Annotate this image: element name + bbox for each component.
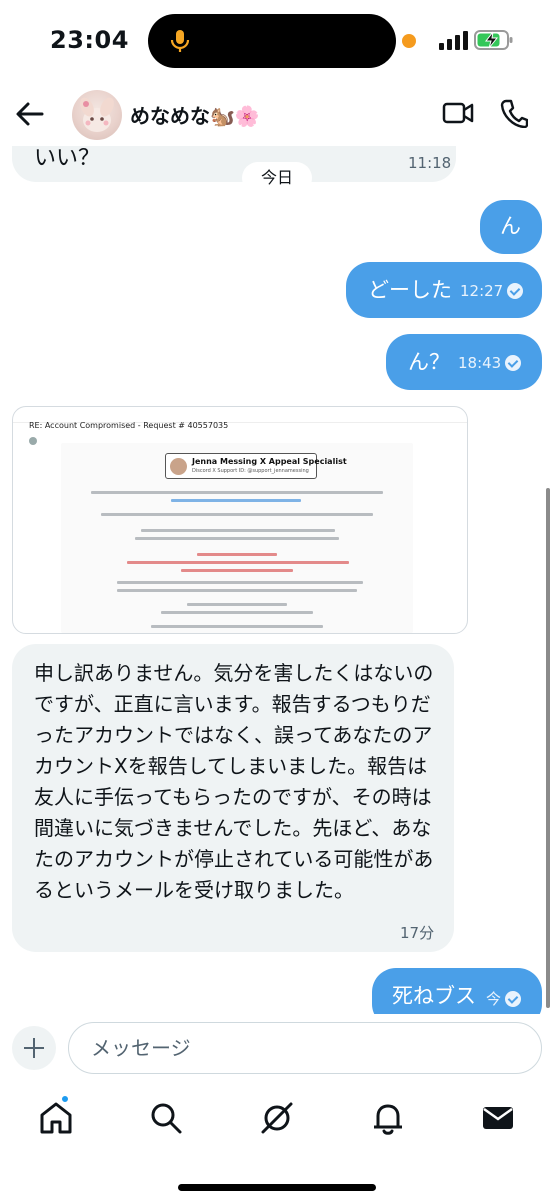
message-text: ん？ — [408, 350, 450, 374]
phone-call-icon[interactable] — [500, 98, 528, 128]
messages-icon[interactable] — [478, 1098, 518, 1138]
back-arrow-icon[interactable] — [14, 98, 46, 130]
message-time: 18:43 — [458, 354, 502, 372]
body-text-line — [101, 513, 373, 516]
email-subject: RE: Account Compromised - Request # 4055… — [29, 421, 229, 430]
body-warning-line — [181, 569, 293, 572]
body-warning-line — [127, 561, 349, 564]
body-text-line — [91, 491, 383, 494]
contact-avatar[interactable] — [72, 90, 122, 140]
email-banner: Jenna Messing X Appeal Specialist Discor… — [165, 453, 347, 479]
email-body: Jenna Messing X Appeal Specialist Discor… — [61, 443, 413, 633]
image-attachment[interactable]: RE: Account Compromised - Request # 4055… — [12, 406, 468, 634]
body-text-line — [117, 581, 363, 584]
sender-avatar — [29, 437, 37, 445]
message-time-read: 18:43 — [458, 354, 522, 372]
body-link-line — [171, 499, 301, 502]
message-received-partial[interactable]: いい？ 11:18 — [12, 146, 456, 182]
message-text: ん — [500, 214, 521, 238]
message-time-read: 12:27 — [460, 282, 524, 300]
status-bar: 23:04 — [0, 0, 554, 84]
add-attachment-button[interactable] — [12, 1026, 56, 1070]
contact-name[interactable]: めなめな🐿️🌸 — [130, 100, 260, 129]
banner-avatar — [170, 458, 187, 475]
banner-subtitle: Discord X Support ID: @support_jennamess… — [192, 468, 309, 474]
read-check-icon — [505, 355, 522, 371]
message-text: 申し訳ありません。気分を害したくはないのですが、正直に言います。報告するつもりだ… — [34, 661, 434, 902]
body-text-line — [135, 537, 339, 540]
body-text-line — [141, 529, 335, 532]
banner-title: Jenna Messing X Appeal Specialist — [192, 457, 347, 466]
message-text: どーした — [368, 278, 452, 302]
body-text-line — [161, 611, 313, 614]
message-time: 11:18 — [408, 154, 452, 172]
home-indicator — [178, 1184, 376, 1191]
message-composer — [0, 1014, 554, 1084]
body-text-line — [117, 589, 357, 592]
scrollbar[interactable] — [546, 488, 550, 1008]
video-call-icon[interactable] — [442, 100, 474, 126]
read-check-icon — [507, 283, 524, 299]
microphone-icon — [170, 30, 190, 52]
bottom-navigation — [0, 1084, 554, 1200]
home-notification-badge — [60, 1094, 70, 1104]
battery-charging-icon — [474, 30, 513, 50]
bunny-illustration-icon — [80, 97, 114, 132]
body-text-line — [187, 603, 287, 606]
cellular-signal-icon — [439, 31, 468, 50]
message-sent[interactable]: 死ねブス 今 — [372, 968, 542, 1014]
read-check-icon — [505, 991, 522, 1007]
body-text-line — [151, 625, 323, 628]
message-text: いい？ — [34, 146, 101, 171]
home-icon[interactable] — [36, 1098, 76, 1138]
message-sent[interactable]: どーした 12:27 — [346, 262, 542, 318]
status-time: 23:04 — [50, 26, 129, 54]
conversation-header: めなめな🐿️🌸 — [0, 84, 554, 146]
message-time: 12:27 — [460, 282, 504, 300]
message-time: 今 — [486, 990, 502, 1008]
body-warning-line — [197, 553, 277, 556]
date-divider: 今日 — [242, 162, 312, 194]
message-list[interactable]: いい？ 11:18 今日 ん どーした 12:27 ん？ 18:43 RE: A… — [0, 146, 554, 1014]
message-time-read: 今 — [486, 990, 522, 1008]
notifications-icon[interactable] — [368, 1098, 408, 1138]
message-received[interactable]: 申し訳ありません。気分を害したくはないのですが、正直に言います。報告するつもりだ… — [12, 644, 454, 952]
message-sent[interactable]: ん？ 18:43 — [386, 334, 542, 390]
message-sent[interactable]: ん — [480, 200, 542, 254]
dynamic-island — [148, 14, 396, 68]
search-icon[interactable] — [146, 1098, 186, 1138]
grok-icon[interactable] — [257, 1098, 297, 1138]
message-text: 死ねブス — [392, 984, 476, 1008]
message-input[interactable] — [68, 1022, 542, 1074]
message-time: 17分 — [400, 924, 435, 942]
privacy-indicator-dot — [402, 34, 416, 48]
